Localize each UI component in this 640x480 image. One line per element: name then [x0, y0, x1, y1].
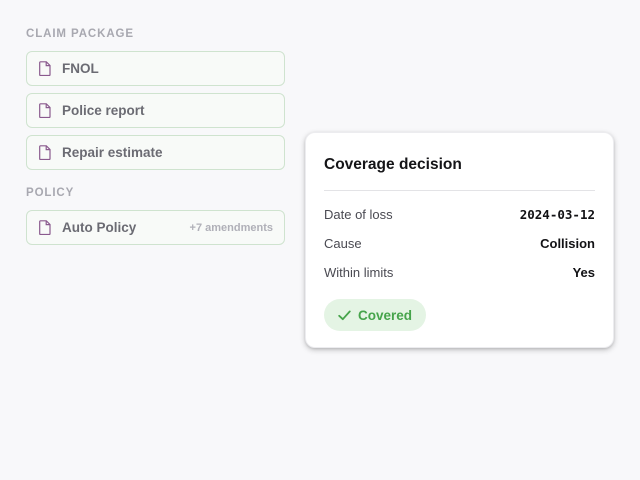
- document-icon: [39, 144, 52, 161]
- cause-row: Cause Collision: [324, 234, 595, 252]
- date-of-loss-value: 2024-03-12: [519, 206, 595, 222]
- cause-value: Collision: [540, 235, 595, 251]
- claim-doc-police-report[interactable]: Police report: [26, 93, 285, 128]
- covered-status-text: Covered: [357, 307, 413, 323]
- document-icon: [39, 219, 52, 236]
- policy-doc-auto-policy[interactable]: Auto Policy +7 amendments: [26, 210, 285, 245]
- policy-doc-label: Auto Policy: [62, 220, 137, 235]
- claim-doc-fnol[interactable]: FNOL: [26, 51, 285, 86]
- claim-package-heading: CLAIM PACKAGE: [26, 28, 134, 40]
- date-of-loss-row: Date of loss 2024-03-12: [324, 205, 595, 223]
- claim-doc-label: Repair estimate: [62, 145, 163, 160]
- claim-doc-label: FNOL: [62, 61, 99, 76]
- document-icon: [39, 102, 52, 119]
- claim-review-screen: CLAIM PACKAGE FNOL Police report Repair …: [0, 0, 640, 480]
- check-icon: [338, 310, 351, 321]
- coverage-decision-card: Coverage decision Date of loss 2024-03-1…: [305, 132, 614, 348]
- divider: [324, 190, 595, 191]
- within-limits-row: Within limits Yes: [324, 263, 595, 281]
- claim-doc-label: Police report: [62, 103, 145, 118]
- policy-heading: POLICY: [26, 187, 75, 199]
- within-limits-label: Within limits: [324, 264, 394, 280]
- covered-status-badge: Covered: [324, 299, 426, 331]
- claim-doc-repair-estimate[interactable]: Repair estimate: [26, 135, 285, 170]
- document-icon: [39, 60, 52, 77]
- cause-label: Cause: [324, 235, 362, 251]
- coverage-decision-title: Coverage decision: [324, 156, 462, 173]
- within-limits-value: Yes: [572, 264, 595, 280]
- date-of-loss-label: Date of loss: [324, 206, 393, 222]
- amendments-count[interactable]: +7 amendments: [190, 222, 273, 234]
